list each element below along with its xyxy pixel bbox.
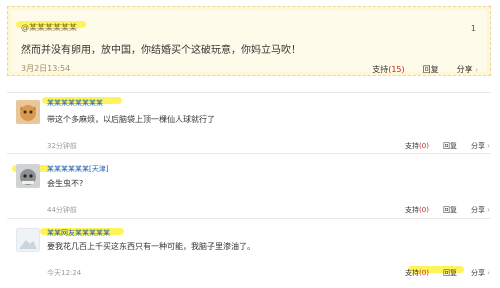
comment-actions: 支持(0) 回复 分享 › (405, 141, 490, 151)
reply-button[interactable]: 回复 (443, 141, 457, 151)
avatar[interactable] (16, 100, 40, 124)
comment-username[interactable]: 某某某某某某某某 (47, 98, 103, 108)
support-count: (0) (419, 206, 429, 214)
share-button[interactable]: 分享 › (471, 205, 490, 215)
support-label: 支持 (405, 269, 420, 277)
share-label: 分享 (470, 206, 485, 214)
comment-actions: 支持(0) 回复 分享 › (405, 205, 490, 215)
support-label: 支持 (405, 142, 420, 150)
quoted-actions: 支持(15) 回复 分享 › (372, 64, 478, 75)
share-label: 分享 (470, 269, 485, 277)
comment-time: 32分钟前 (47, 142, 77, 150)
comment-username[interactable]: 某某网友某某某某某 (47, 228, 110, 238)
support-button[interactable]: 支持(0) (405, 268, 429, 278)
comment-username[interactable]: 某某某某某某[天津] (47, 164, 108, 174)
reply-button[interactable]: 回复 (443, 268, 457, 278)
support-count: (0) (419, 269, 429, 277)
comment-time: 今天12:24 (47, 269, 82, 277)
reply-button[interactable]: 回复 (443, 205, 457, 215)
comment-actions: 支持(0) 回复 分享 › (405, 268, 490, 278)
share-button[interactable]: 分享 › (471, 141, 490, 151)
share-arrow-icon: › (487, 206, 490, 214)
support-label: 支持 (372, 65, 389, 74)
quoted-comment: @某某某某某某 1 然而并没有卵用，放中国，你结婚买个这破玩意，你妈立马吹！ 3… (7, 6, 491, 76)
support-button[interactable]: 支持(15) (372, 64, 404, 75)
reply-button[interactable]: 回复 (423, 64, 439, 75)
comment-text: 带这个多麻烦，以后脑袋上顶一棵仙人球就行了 (47, 115, 215, 124)
support-count: (0) (419, 142, 429, 150)
share-label: 分享 (456, 65, 473, 74)
support-label: 支持 (405, 206, 420, 214)
support-button[interactable]: 支持(0) (405, 205, 429, 215)
avatar[interactable] (16, 228, 40, 252)
share-button[interactable]: 分享 › (471, 268, 490, 278)
quoted-author[interactable]: @某某某某某某 (21, 22, 77, 33)
quoted-text: 然而并没有卵用，放中国，你结婚买个这破玩意，你妈立马吹！ (21, 45, 301, 56)
comment-text: 会生虫不? (47, 179, 84, 188)
share-arrow-icon: › (487, 269, 490, 277)
divider (7, 153, 491, 154)
support-button[interactable]: 支持(0) (405, 141, 429, 151)
floor-number: 1 (470, 24, 476, 33)
share-arrow-icon: › (475, 66, 478, 74)
quoted-time: 3月2日13:54 (21, 64, 71, 73)
comment-text: 要我花几百上千买这东西只有一种可能，我脑子里渗油了。 (47, 242, 255, 251)
avatar[interactable] (16, 164, 40, 188)
support-count: (15) (388, 65, 405, 74)
divider (7, 92, 491, 93)
divider (7, 218, 491, 219)
share-label: 分享 (470, 142, 485, 150)
comment-time: 44分钟前 (47, 206, 77, 214)
share-button[interactable]: 分享 › (457, 64, 478, 75)
share-arrow-icon: › (487, 142, 490, 150)
